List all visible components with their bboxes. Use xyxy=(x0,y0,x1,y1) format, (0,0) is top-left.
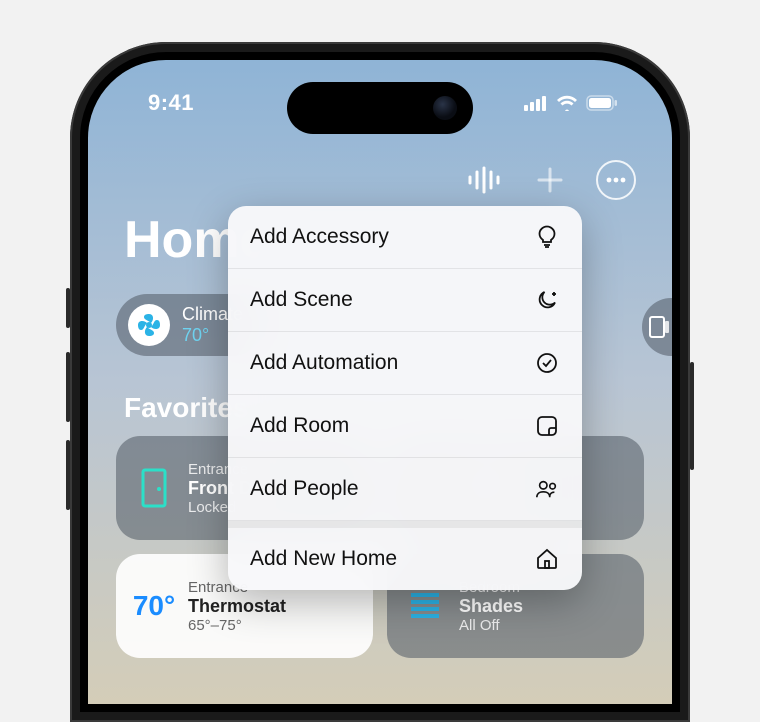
phone-frame: 9:41 xyxy=(70,42,690,722)
menu-add-people[interactable]: Add People xyxy=(228,458,582,521)
bulb-icon xyxy=(534,224,560,250)
menu-label: Add People xyxy=(250,477,359,501)
moon-icon xyxy=(534,287,560,313)
add-button[interactable] xyxy=(530,160,570,200)
battery-icon xyxy=(586,95,618,111)
add-menu: Add Accessory Add Scene Add Automation xyxy=(228,206,582,590)
screen: 9:41 xyxy=(88,60,672,704)
menu-label: Add Room xyxy=(250,414,349,438)
temperature-value: 70° xyxy=(134,590,174,622)
menu-add-automation[interactable]: Add Automation xyxy=(228,332,582,395)
menu-label: Add Accessory xyxy=(250,225,389,249)
menu-add-room[interactable]: Add Room xyxy=(228,395,582,458)
clock-icon xyxy=(534,350,560,376)
intercom-button[interactable] xyxy=(464,160,504,200)
status-time: 9:41 xyxy=(148,90,194,116)
menu-label: Add Automation xyxy=(250,351,398,375)
header-actions xyxy=(88,160,672,200)
cellular-icon xyxy=(524,95,548,111)
shades-icon xyxy=(405,589,445,623)
fan-icon xyxy=(128,304,170,346)
status-bar: 9:41 xyxy=(88,90,672,116)
menu-add-accessory[interactable]: Add Accessory xyxy=(228,206,582,269)
room-icon xyxy=(534,413,560,439)
menu-label: Add New Home xyxy=(250,547,397,571)
menu-add-scene[interactable]: Add Scene xyxy=(228,269,582,332)
door-icon xyxy=(134,467,174,509)
home-icon xyxy=(534,546,560,572)
menu-add-new-home[interactable]: Add New Home xyxy=(228,521,582,590)
wifi-icon xyxy=(556,95,578,111)
people-icon xyxy=(534,476,560,502)
more-button[interactable] xyxy=(596,160,636,200)
menu-label: Add Scene xyxy=(250,288,353,312)
